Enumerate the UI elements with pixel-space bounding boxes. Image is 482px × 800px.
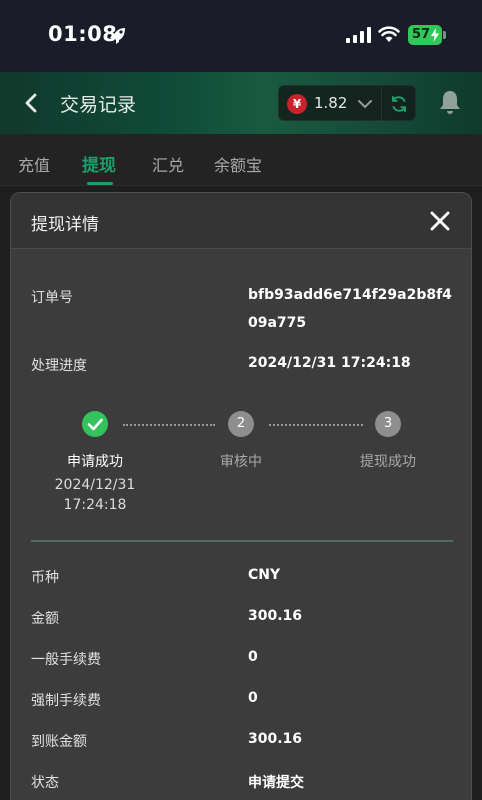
- balance-value: 1.82: [314, 94, 348, 112]
- mandatory-fee-value: 0: [248, 690, 258, 706]
- received-amount-label: 到账金额: [31, 734, 87, 750]
- tab-exchange[interactable]: 汇兑: [152, 152, 184, 176]
- step-1-check-icon: [82, 411, 108, 437]
- wifi-icon: [378, 26, 400, 42]
- order-number-value: bfb93add6e714f29a2b8f409a775: [248, 287, 452, 331]
- progress-label: 处理进度: [31, 358, 87, 374]
- balance-selector[interactable]: ¥ 1.82: [278, 85, 416, 122]
- tab-withdraw[interactable]: 提现: [82, 151, 116, 176]
- amount-label: 金额: [31, 611, 59, 627]
- check-icon: [87, 418, 103, 431]
- mandatory-fee-label: 强制手续费: [31, 693, 101, 709]
- amount-value: 300.16: [248, 608, 303, 624]
- active-tab-indicator: [87, 182, 113, 185]
- currency-label: 币种: [31, 570, 59, 586]
- order-number-label: 订单号: [31, 290, 73, 306]
- withdraw-detail-modal: 提现详情 订单号 bfb93add6e714f29a2b8f409a775 处理…: [10, 192, 472, 800]
- progress-time-value: 2024/12/31 17:24:18: [248, 355, 411, 371]
- status-value: 申请提交: [248, 775, 304, 791]
- close-icon[interactable]: [429, 210, 451, 232]
- tab-yuebao[interactable]: 余额宝: [214, 152, 262, 176]
- tab-bar: 充值 提现 汇兑 余额宝: [0, 134, 482, 186]
- rocket-icon: [110, 28, 125, 44]
- page-title: 交易记录: [60, 94, 137, 116]
- step-2-label: 审核中: [220, 454, 262, 470]
- step-1-label: 申请成功: [67, 454, 123, 470]
- back-arrow-icon[interactable]: [22, 92, 40, 114]
- chevron-down-icon[interactable]: [357, 97, 373, 111]
- signal-icon: [346, 27, 371, 43]
- currency-value: CNY: [248, 567, 281, 583]
- step-connector-2: [269, 424, 363, 426]
- status-bar: 01:08 57: [0, 0, 482, 72]
- general-fee-label: 一般手续费: [31, 652, 101, 668]
- step-connector-1: [123, 424, 215, 426]
- charging-bolt-icon: [431, 28, 439, 42]
- section-divider: [31, 540, 453, 542]
- step-2-number: 2: [228, 411, 254, 437]
- yuan-coin-icon: ¥: [287, 94, 307, 114]
- status-label: 状态: [31, 775, 59, 791]
- tab-deposit[interactable]: 充值: [18, 152, 50, 176]
- modal-title: 提现详情: [31, 215, 99, 235]
- battery-indicator: 57: [408, 25, 442, 45]
- modal-header: 提现详情: [11, 193, 471, 249]
- balance-divider: [381, 86, 382, 122]
- battery-cap: [443, 31, 446, 39]
- app-header: 交易记录 ¥ 1.82: [0, 72, 482, 134]
- refresh-icon[interactable]: [389, 94, 409, 114]
- step-3-number: 3: [375, 411, 401, 437]
- general-fee-value: 0: [248, 649, 258, 665]
- received-amount-value: 300.16: [248, 731, 303, 747]
- step-1-time: 2024/12/31 17:24:18: [54, 477, 136, 513]
- bell-icon[interactable]: [438, 89, 462, 115]
- status-time: 01:08: [48, 22, 118, 46]
- step-3-label: 提现成功: [360, 454, 416, 470]
